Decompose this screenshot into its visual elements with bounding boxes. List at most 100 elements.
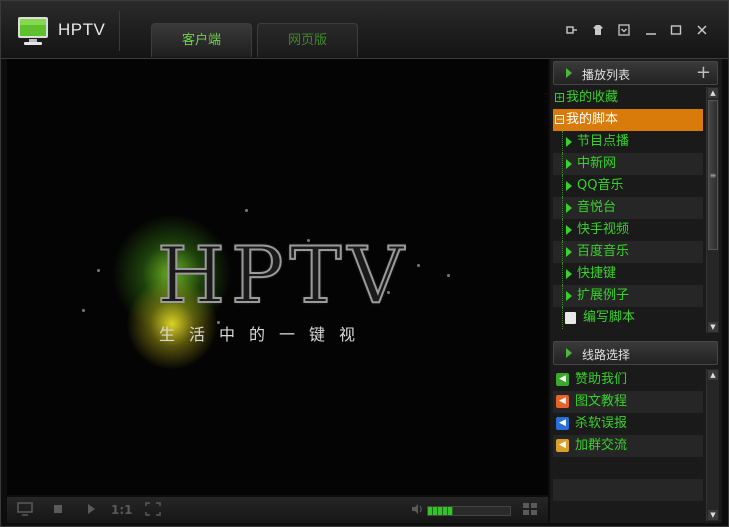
playlist-item-label: 中新网 [577,156,617,171]
splash-slogan: 生活中的一键视 [159,325,370,344]
playlist-header[interactable]: 播放列表 + [553,61,718,85]
shield-blue-icon: ◀ [556,417,569,430]
collapse-icon[interactable]: − [555,115,564,125]
line-item-label: 杀软误报 [575,416,628,431]
script-arrow-icon [566,181,572,191]
volume-level [428,507,453,515]
expand-icon[interactable]: + [555,93,564,103]
playlist-item-label: 音悦台 [577,200,617,215]
sparkle [417,264,420,267]
scroll-up-icon[interactable]: ▲ [708,88,718,98]
line-empty-row [553,501,703,519]
line-item-label: 图文教程 [575,394,628,409]
volume-icon[interactable] [410,502,424,518]
penguin-icon: ◀ [556,439,569,452]
playlist-item[interactable]: 快捷键 [553,263,703,285]
playlist-item[interactable]: 节目点播 [553,131,703,153]
title-divider [119,11,120,51]
playlist-folder-label: 我的收藏 [566,90,619,105]
script-arrow-icon [566,137,572,147]
playlist-item-label: 编写脚本 [583,310,636,325]
line-item[interactable]: ◀ 赞助我们 [553,369,703,391]
tree-line [562,219,564,241]
stop-icon[interactable] [52,502,64,518]
line-item-label: 赞助我们 [575,372,628,387]
pin-icon[interactable] [564,23,578,37]
playlist-item-label: 快手视频 [577,222,630,237]
script-arrow-icon [566,203,572,213]
playlist-folder[interactable]: − 我的脚本 [553,109,703,131]
playlist-item-label: QQ音乐 [577,178,624,193]
playlist-item[interactable]: 编写脚本 [553,307,703,329]
line-empty-row [553,479,703,501]
playlist-item[interactable]: 快手视频 [553,219,703,241]
tree-line [562,175,564,197]
playlist-folder-label: 我的脚本 [566,112,619,127]
play-arrow-icon [566,348,572,358]
playlist-item-label: 百度音乐 [577,244,630,259]
scroll-up-icon[interactable]: ▲ [708,370,718,380]
maximize-icon[interactable] [669,23,683,37]
line-item-label: 加群交流 [575,438,628,453]
playlist-item-label: 节目点播 [577,134,630,149]
playlist-item[interactable]: 音悦台 [553,197,703,219]
tree-line [562,153,564,175]
tab-client[interactable]: 客户端 [151,23,252,57]
scroll-down-icon[interactable]: ▼ [708,322,718,332]
volume-slider[interactable] [427,506,511,516]
app-title: HPTV [58,20,106,39]
line-item[interactable]: ◀ 加群交流 [553,435,703,457]
playlist-title: 播放列表 [582,68,631,82]
sparkle [97,269,100,272]
playlist-folder[interactable]: + 我的收藏 [553,87,703,109]
sparkle [82,309,85,312]
playlist-item[interactable]: 百度音乐 [553,241,703,263]
speaker-orange-icon: ◀ [556,395,569,408]
playlist-item-label: 扩展例子 [577,288,630,303]
lines-header[interactable]: 线路选择 [553,341,718,365]
play-arrow-icon [566,68,572,78]
app-window: HPTV 客户端 网页版 HPTV 生活中的一键视 1:1 播放列表 + + 我… [0,0,729,527]
ratio-button[interactable]: 1:1 [111,502,133,518]
tree-line [562,131,564,153]
tree-line [562,307,564,329]
tree-line [562,197,564,219]
line-item[interactable]: ◀ 图文教程 [553,391,703,413]
scroll-thumb[interactable]: ≡ [708,100,718,250]
lines-scrollbar[interactable]: ▲ ▼ [706,369,719,521]
playlist-item-label: 快捷键 [577,266,617,281]
line-item[interactable]: ◀ 杀软误报 [553,413,703,435]
control-bar: 1:1 [7,497,548,523]
screen-icon[interactable] [17,502,33,518]
playlist: + 我的收藏 − 我的脚本 节目点播 中新网 QQ音乐 音悦台 快手视频 百度音乐 快捷键 扩展例子编… [553,87,703,331]
add-icon[interactable]: + [696,62,711,84]
line-empty-row [553,457,703,479]
minimize-icon[interactable] [644,23,658,37]
lines-title: 线路选择 [582,348,631,362]
tab-web[interactable]: 网页版 [257,23,358,57]
script-arrow-icon [566,269,572,279]
sparkle [447,274,450,277]
skin-icon[interactable] [591,23,605,37]
video-area[interactable]: HPTV 生活中的一键视 [7,59,548,495]
fullscreen-icon[interactable] [145,502,161,518]
tree-line [562,241,564,263]
script-arrow-icon [566,247,572,257]
play-icon[interactable] [85,502,97,518]
sparkle [245,209,248,212]
line-list: ◀ 赞助我们 ◀ 图文教程 ◀ 杀软误报 ◀ 加群交流 [553,369,703,519]
playlist-scrollbar[interactable]: ▲ ≡ ▼ [706,87,719,333]
script-arrow-icon [566,225,572,235]
script-arrow-icon [566,291,572,301]
playlist-item[interactable]: 中新网 [553,153,703,175]
speaker-green-icon: ◀ [556,373,569,386]
playlist-item[interactable]: 扩展例子 [553,285,703,307]
title-bar: HPTV 客户端 网页版 [1,1,728,59]
playlist-item[interactable]: QQ音乐 [553,175,703,197]
splash-logo: HPTV [156,230,410,322]
close-icon[interactable] [695,23,709,37]
scroll-down-icon[interactable]: ▼ [708,510,718,520]
layout-icon[interactable] [522,502,538,518]
menu-icon[interactable] [617,23,631,37]
tv-logo-icon [18,17,48,45]
